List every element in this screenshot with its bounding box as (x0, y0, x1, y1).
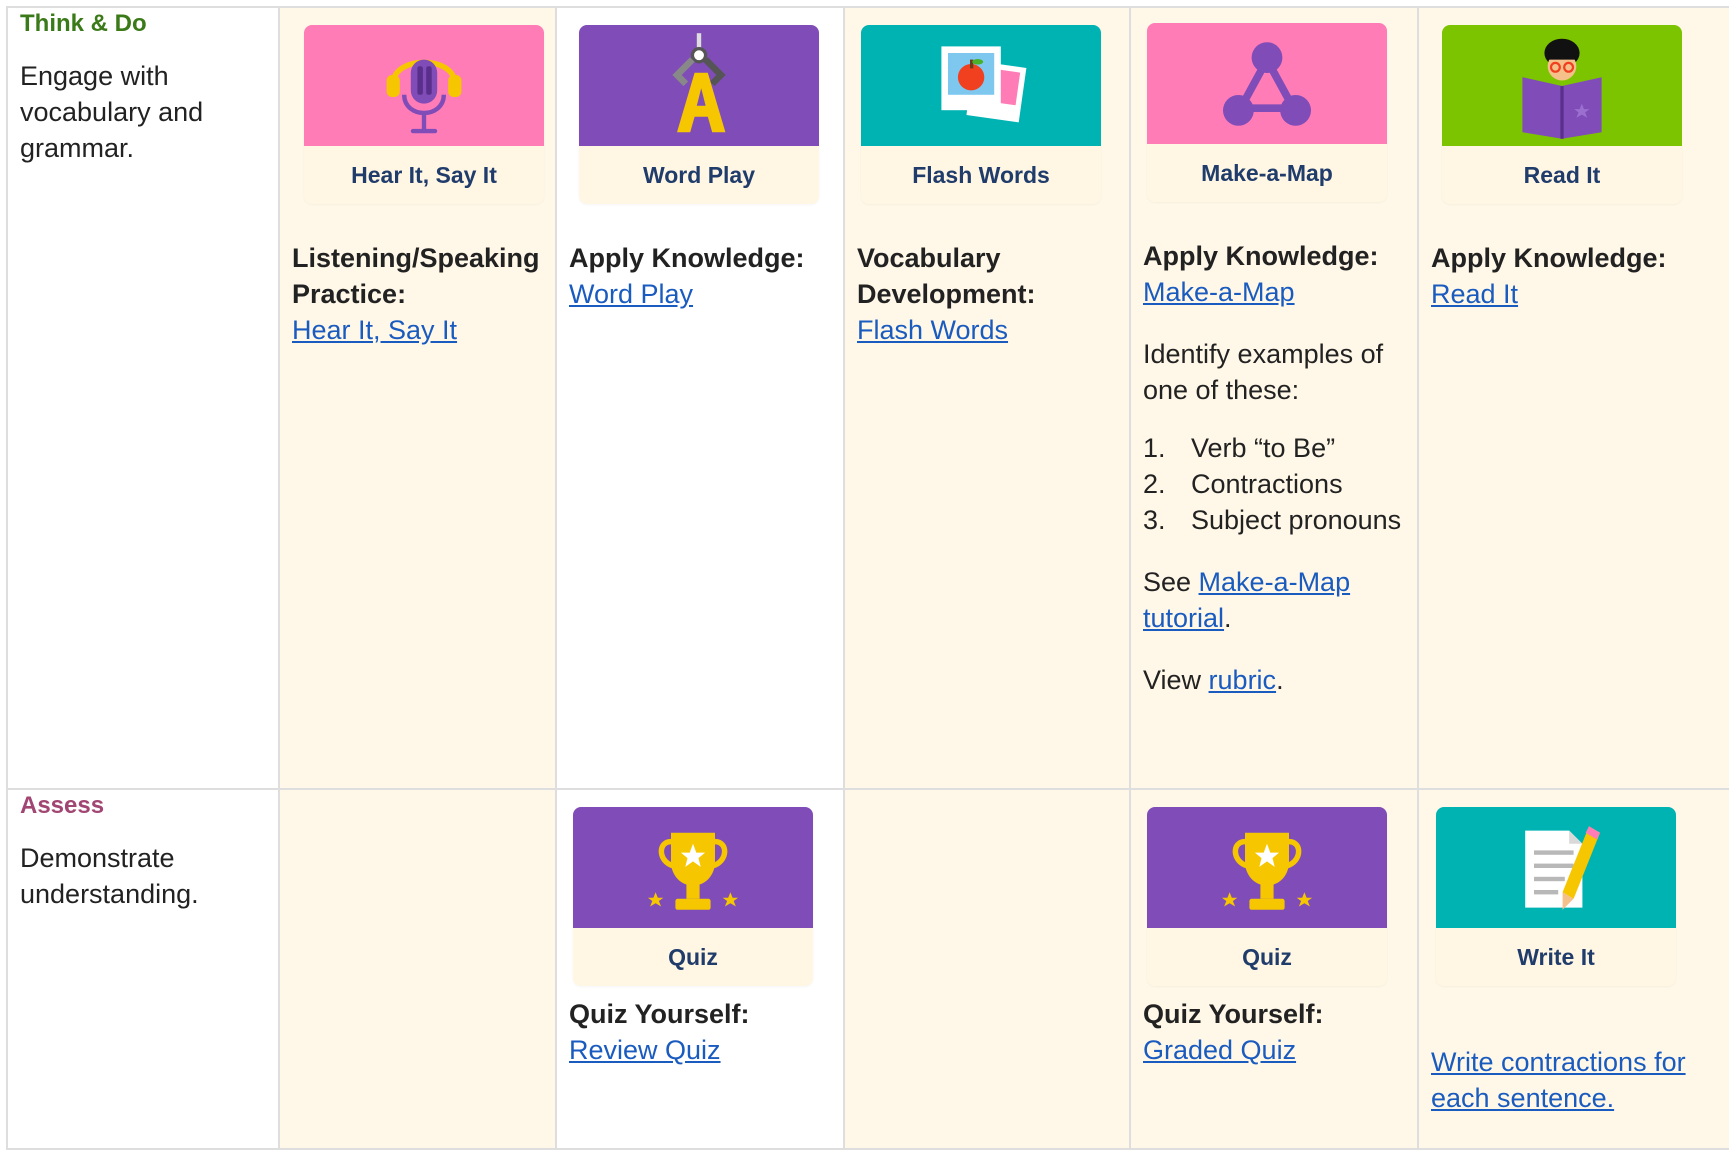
write-it-banner (1436, 807, 1676, 928)
graded-quiz-card[interactable]: Quiz (1147, 807, 1387, 986)
section-title-think-do: Think & Do (20, 10, 147, 37)
word-play-banner (579, 25, 819, 146)
read-it-heading: Apply Knowledge: (1431, 243, 1667, 273)
word-play-card-label: Word Play (642, 161, 756, 188)
trophy-icon (647, 832, 739, 910)
list-item: 1. Verb “to Be” (1143, 433, 1336, 463)
think-do-row: Think & Do Engage with vocabulary and gr… (6, 6, 1729, 790)
graded-quiz-link[interactable]: Graded Quiz (1143, 1032, 1405, 1068)
review-quiz-cell: Quiz Quiz Yourself: Review Quiz (555, 788, 845, 1150)
hear-it-say-it-banner (304, 25, 544, 146)
graded-quiz-card-label: Quiz (1242, 943, 1292, 970)
microphone-headphones-icon (386, 59, 462, 133)
graded-quiz-banner (1147, 807, 1387, 928)
word-play-cell: Word Play Apply Knowledge: Word Play (555, 6, 845, 790)
review-quiz-heading: Quiz Yourself: (569, 999, 750, 1029)
read-it-link[interactable]: Read It (1431, 276, 1724, 312)
hear-it-say-it-cell: Hear It, Say It Listening/Speaking Pract… (278, 6, 557, 790)
assess-empty-cell-2 (843, 788, 1131, 1150)
make-a-map-banner (1147, 23, 1387, 144)
make-a-map-instructions: Identify examples of one of these: (1143, 339, 1384, 405)
letter-a-crane-icon (672, 32, 726, 132)
write-it-cell: Write It Write contractions for each sen… (1417, 788, 1729, 1150)
make-a-map-list: 1. Verb “to Be” 2. Contractions 3. Subje… (1143, 430, 1405, 538)
hear-it-say-it-link[interactable]: Hear It, Say It (292, 312, 543, 348)
assess-row: Assess Demonstrate understanding. Quiz Q… (6, 788, 1729, 1150)
flash-words-card[interactable]: Flash Words (861, 25, 1101, 204)
flash-words-cell: Flash Words Vocabulary Development: Flas… (843, 6, 1131, 790)
make-a-map-card[interactable]: Make-a-Map (1147, 23, 1387, 202)
review-quiz-card-label: Quiz (668, 943, 718, 970)
flash-words-link[interactable]: Flash Words (857, 312, 1117, 348)
read-it-cell: Read It Apply Knowledge: Read It (1417, 6, 1729, 790)
make-a-map-card-label: Make-a-Map (1201, 159, 1333, 186)
hear-it-say-it-heading: Listening/Speaking Practice: (292, 243, 540, 309)
review-quiz-link[interactable]: Review Quiz (569, 1032, 831, 1068)
trophy-icon (1221, 832, 1313, 910)
assess-empty-cell-1 (278, 788, 557, 1150)
paper-pencil-icon (1525, 825, 1600, 910)
section-description-assess: Demonstrate understanding. (20, 843, 199, 909)
flash-words-heading: Vocabulary Development: (857, 243, 1036, 309)
make-a-map-link[interactable]: Make-a-Map (1143, 274, 1405, 310)
make-a-map-cell: Make-a-Map Apply Knowledge: Make-a-Map I… (1129, 6, 1419, 790)
flash-words-card-label: Flash Words (912, 161, 1050, 188)
graded-quiz-heading: Quiz Yourself: (1143, 999, 1324, 1029)
section-description-think-do: Engage with vocabulary and grammar. (20, 61, 204, 163)
rubric-link[interactable]: rubric (1209, 665, 1277, 695)
list-item: 2. Contractions (1143, 469, 1343, 499)
read-it-card[interactable]: Read It (1442, 25, 1682, 204)
write-it-card-label: Write It (1517, 943, 1595, 970)
make-a-map-tutorial-line: See Make-a-Map tutorial. (1143, 567, 1351, 633)
word-play-card[interactable]: Word Play (579, 25, 819, 204)
hear-it-say-it-card[interactable]: Hear It, Say It (304, 25, 544, 204)
word-play-heading: Apply Knowledge: (569, 243, 805, 273)
flash-words-banner (861, 25, 1101, 146)
make-a-map-heading: Apply Knowledge: (1143, 241, 1379, 271)
photo-cards-apple-icon (941, 45, 1027, 122)
network-map-icon (1223, 41, 1311, 126)
list-item: 3. Subject pronouns (1143, 505, 1402, 535)
child-reading-book-icon (1522, 38, 1602, 139)
write-it-link[interactable]: Write contractions for each sentence. (1431, 1044, 1724, 1116)
assess-label-cell: Assess Demonstrate understanding. (6, 788, 280, 1150)
word-play-link[interactable]: Word Play (569, 276, 831, 312)
graded-quiz-cell: Quiz Quiz Yourself: Graded Quiz (1129, 788, 1419, 1150)
hear-it-say-it-card-label: Hear It, Say It (351, 161, 497, 188)
section-title-assess: Assess (20, 792, 105, 819)
read-it-banner (1442, 25, 1682, 146)
read-it-card-label: Read It (1523, 161, 1601, 188)
rubric-line: View rubric. (1143, 665, 1284, 695)
write-it-card[interactable]: Write It (1436, 807, 1676, 986)
review-quiz-banner (573, 807, 813, 928)
review-quiz-card[interactable]: Quiz (573, 807, 813, 986)
think-do-label-cell: Think & Do Engage with vocabulary and gr… (6, 6, 280, 790)
lesson-activity-table: Think & Do Engage with vocabulary and gr… (6, 6, 1729, 1150)
